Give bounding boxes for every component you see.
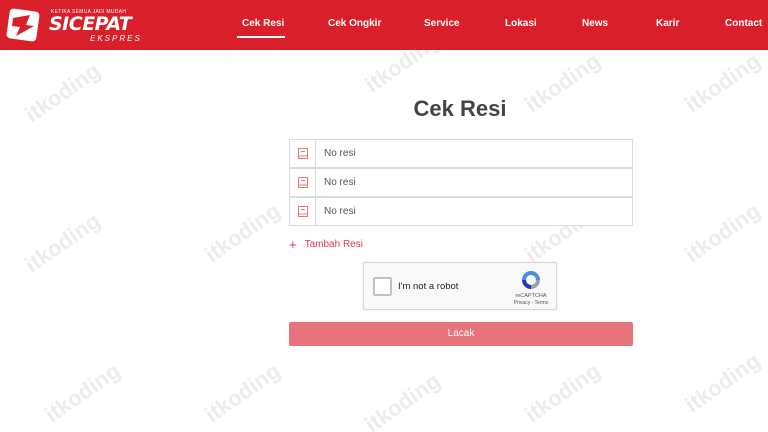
package-icon	[290, 198, 316, 225]
nav-service[interactable]: Service	[424, 18, 460, 34]
nav-cek-resi[interactable]: Cek Resi	[242, 18, 284, 34]
watermark: itkoding	[200, 357, 285, 428]
recaptcha-widget: I'm not a robot reCAPTCHA Privacy - Term…	[363, 262, 557, 310]
watermark: itkoding	[680, 47, 765, 118]
resi-row	[289, 197, 633, 226]
logo-name: SICEPAT	[49, 13, 132, 35]
sicepat-logo[interactable]: KETIKA SEMUA JADI MUDAH SICEPAT EKSPRES	[4, 4, 144, 46]
page-title: Cek Resi	[413, 96, 507, 121]
recaptcha-label: I'm not a robot	[398, 281, 459, 292]
resi-row	[289, 139, 633, 168]
watermark: itkoding	[20, 207, 105, 278]
logo-mark-icon	[6, 8, 40, 42]
add-resi-button[interactable]: + Tambah Resi	[289, 237, 363, 251]
package-icon	[290, 140, 316, 167]
resi-input[interactable]	[317, 198, 631, 225]
watermark: itkoding	[200, 197, 285, 268]
recaptcha-logo-icon	[522, 271, 540, 289]
watermark: itkoding	[360, 367, 445, 432]
watermark: itkoding	[680, 347, 765, 418]
nav-karir[interactable]: Karir	[656, 18, 679, 34]
recaptcha-links[interactable]: Privacy - Terms	[500, 300, 562, 306]
nav-news[interactable]: News	[582, 18, 608, 34]
logo-sub: EKSPRES	[90, 34, 142, 43]
watermark: itkoding	[520, 357, 605, 428]
add-resi-label: Tambah Resi	[304, 238, 363, 250]
nav-lokasi[interactable]: Lokasi	[505, 18, 537, 34]
resi-row	[289, 168, 633, 197]
resi-input[interactable]	[317, 140, 631, 167]
nav-active-indicator	[237, 36, 285, 38]
watermark: itkoding	[40, 357, 125, 428]
lacak-button[interactable]: Lacak	[289, 322, 633, 346]
nav-contact[interactable]: Contact	[725, 18, 762, 34]
plus-icon: +	[289, 236, 297, 252]
nav-cek-ongkir[interactable]: Cek Ongkir	[328, 18, 381, 34]
recaptcha-brand: reCAPTCHA	[515, 293, 547, 299]
watermark: itkoding	[680, 197, 765, 268]
resi-input[interactable]	[317, 169, 631, 196]
package-icon	[290, 169, 316, 196]
watermark: itkoding	[20, 57, 105, 128]
site-header: KETIKA SEMUA JADI MUDAH SICEPAT EKSPRES …	[0, 0, 768, 50]
recaptcha-checkbox[interactable]	[373, 277, 392, 296]
